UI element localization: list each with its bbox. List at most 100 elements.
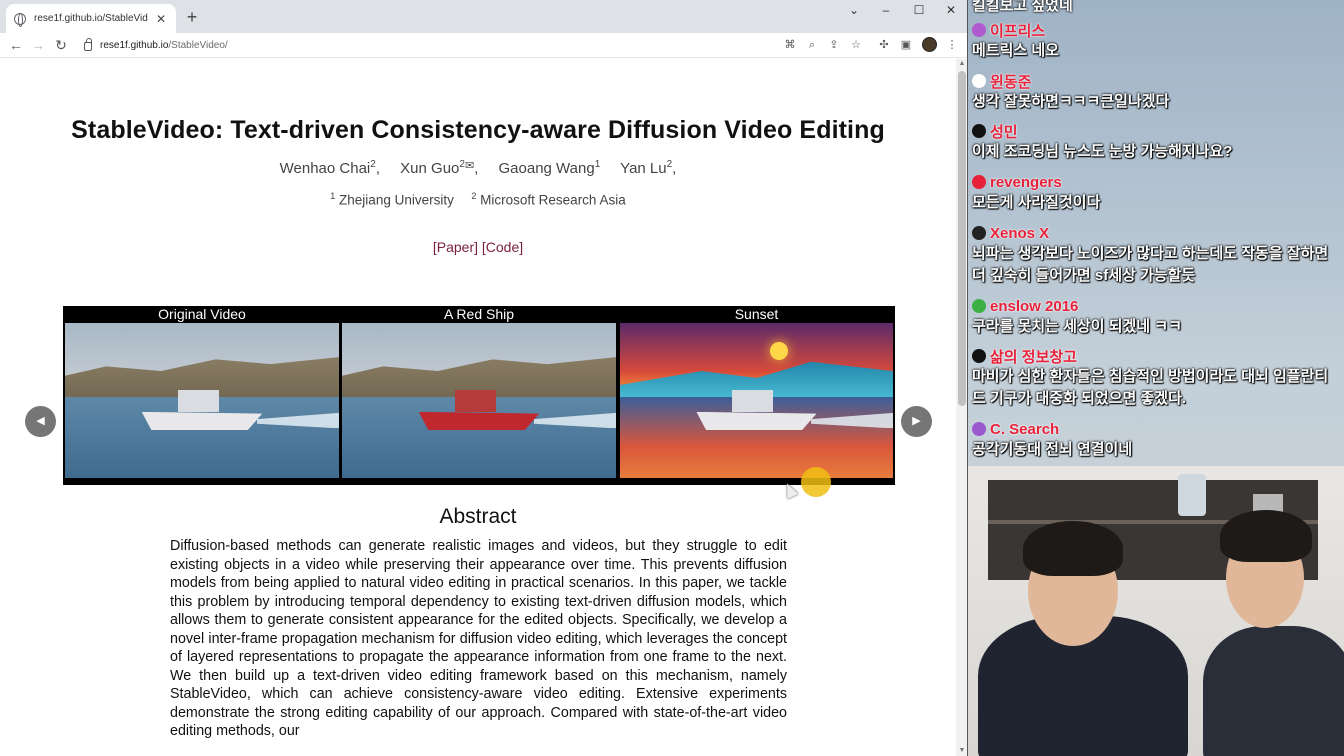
- reload-button[interactable]: ↻: [52, 36, 70, 54]
- author-affil-sup: 1: [594, 159, 601, 170]
- scroll-down-arrow-icon[interactable]: ▼: [958, 747, 966, 754]
- chat-username: revengers: [990, 173, 1062, 191]
- chat-username: enslow 2016: [990, 297, 1079, 315]
- page-scrollbar[interactable]: ▲ ▼: [956, 59, 967, 756]
- menu-kebab-icon[interactable]: ⋮: [945, 38, 959, 52]
- paper-link[interactable]: [Paper]: [433, 239, 478, 255]
- chat-partial-line: 킬킬보고 싶었네: [972, 0, 1073, 14]
- chat-text: 모든게 사라질것이다: [972, 194, 1101, 211]
- scroll-up-arrow-icon[interactable]: ▲: [958, 60, 966, 67]
- close-window-button[interactable]: ✕: [939, 3, 963, 19]
- share-icon[interactable]: ⇪: [827, 38, 841, 52]
- video-frame: [342, 323, 616, 478]
- back-button[interactable]: ←: [7, 36, 25, 54]
- author-suffix: ,: [672, 160, 677, 177]
- user-badge-icon: [972, 23, 986, 37]
- chat-username: 이프리스: [990, 22, 1046, 40]
- author-name[interactable]: Wenhao Chai: [280, 160, 371, 177]
- chat-text: 공각기동대 전뇌 연결이네: [972, 441, 1133, 458]
- user-badge-icon: [972, 226, 986, 240]
- scrollbar-thumb[interactable]: [958, 71, 966, 406]
- url-host: rese1f.github.io: [100, 39, 169, 51]
- affiliations: 1 Zhejiang University 2 Microsoft Resear…: [0, 191, 956, 208]
- paper-title: StableVideo: Text-driven Consistency-awa…: [71, 116, 885, 144]
- lock-icon[interactable]: [84, 37, 92, 51]
- web-page: StableVideo: Text-driven Consistency-awa…: [0, 59, 956, 756]
- user-badge-icon: [972, 124, 986, 138]
- panel-caption: Sunset: [734, 306, 779, 322]
- streamer-right-hair: [1220, 510, 1312, 562]
- carousel-prev-button[interactable]: ◀: [25, 406, 56, 437]
- chat-username: C. Search: [990, 420, 1060, 438]
- affiliation-name: Microsoft Research Asia: [480, 192, 626, 208]
- chat-message: C. Search 공각기동대 전뇌 연결이네: [972, 419, 1338, 461]
- chat-username: 삶의 정보창고: [990, 348, 1077, 366]
- chat-message: 윈동준 생각 잘못하면ㅋㅋㅋ큰일나겠다: [972, 71, 1338, 113]
- chat-text: 메트릭스 네오: [972, 42, 1059, 59]
- affil-sup: 2: [471, 191, 477, 201]
- bookmark-star-icon[interactable]: ☆: [849, 38, 863, 52]
- panel-caption: Original Video: [158, 306, 246, 322]
- chat-text: 이제 조코딩님 뉴스도 눈방 가능해지나요?: [972, 143, 1233, 160]
- user-badge-icon: [972, 175, 986, 189]
- chevron-left-icon: ◀: [36, 415, 45, 427]
- chat-message: 이프리스 메트릭스 네오: [972, 20, 1338, 62]
- chat-username: Xenos X: [990, 224, 1050, 242]
- new-tab-button[interactable]: +: [182, 6, 202, 28]
- carousel-next-button[interactable]: ▶: [901, 406, 932, 437]
- author-suffix: ,: [474, 160, 479, 177]
- tab-strip: rese1f.github.io/StableVideo/ ✕ + ⌄ – ☐ …: [0, 0, 967, 33]
- chat-message: revengers 모든게 사라질것이다: [972, 172, 1338, 214]
- video-frame: [65, 323, 339, 478]
- video-carousel: Original Video A Red Ship Sunset: [63, 306, 895, 485]
- chat-username: 성민: [990, 123, 1018, 141]
- video-panel-red-ship: A Red Ship: [340, 306, 618, 485]
- translate-icon[interactable]: ⌘: [783, 38, 797, 52]
- background-object: [1178, 474, 1206, 516]
- chat-message: enslow 2016 구라를 못치는 세상이 되겠네 ㅋㅋ: [972, 296, 1338, 338]
- minimize-button[interactable]: –: [874, 3, 898, 19]
- tab-title: rese1f.github.io/StableVideo/: [34, 13, 148, 24]
- globe-icon: [14, 12, 26, 27]
- browser-tab[interactable]: rese1f.github.io/StableVideo/ ✕: [6, 4, 176, 33]
- tab-search-icon[interactable]: ⌄: [842, 3, 866, 19]
- streamer-right: [1203, 626, 1344, 756]
- chat-message: 삶의 정보창고 마비가 심한 환자들은 침습적인 방법이라도 대뇌 임플란티드 …: [972, 346, 1338, 410]
- close-tab-icon[interactable]: ✕: [154, 12, 168, 26]
- user-badge-icon: [972, 349, 986, 363]
- video-panel-original: Original Video: [63, 306, 341, 485]
- address-bar[interactable]: rese1f.github.io/StableVideo/: [78, 35, 778, 55]
- author-name[interactable]: Yan Lu: [620, 160, 666, 177]
- envelope-icon: ✉: [464, 160, 475, 172]
- extensions-icon[interactable]: ✣: [877, 38, 891, 52]
- video-panel-sunset: Sunset: [618, 306, 895, 485]
- user-badge-icon: [972, 74, 986, 88]
- affiliation-name: Zhejiang University: [339, 192, 454, 208]
- profile-avatar[interactable]: [922, 37, 937, 52]
- streamer-left-hair: [1023, 521, 1123, 576]
- forward-button[interactable]: →: [29, 36, 47, 54]
- browser-window: rese1f.github.io/StableVideo/ ✕ + ⌄ – ☐ …: [0, 0, 968, 756]
- chat-message: 성민 이제 조코딩님 뉴스도 눈방 가능해지나요?: [972, 121, 1338, 163]
- browser-toolbar: ← → ↻ rese1f.github.io/StableVideo/ ⌘ ⌕ …: [0, 33, 967, 58]
- paper-links: [Paper] [Code]: [0, 239, 956, 255]
- author-list: Wenhao Chai2, Xun Guo2✉, Gaoang Wang1 Ya…: [0, 159, 956, 177]
- abstract-text: Diffusion-based methods can generate rea…: [170, 538, 787, 739]
- author-name[interactable]: Xun Guo: [400, 160, 459, 177]
- stream-overlay: 킬킬보고 싶었네 이프리스 메트릭스 네오 윈동준 생각 잘못하면ㅋㅋㅋ큰일나겠…: [968, 0, 1344, 756]
- code-link[interactable]: [Code]: [482, 239, 523, 255]
- user-badge-icon: [972, 299, 986, 313]
- side-panel-icon[interactable]: ▣: [899, 38, 913, 52]
- author-suffix: ,: [375, 160, 380, 177]
- maximize-button[interactable]: ☐: [907, 3, 931, 19]
- author-name[interactable]: Gaoang Wang: [499, 160, 595, 177]
- chat-text: 구라를 못치는 세상이 되겠네 ㅋㅋ: [972, 318, 1182, 335]
- chevron-right-icon: ▶: [912, 415, 921, 427]
- chat-message: Xenos X 뇌파는 생각보다 노이즈가 많다고 하는데도 작동을 잘하면 더…: [972, 223, 1338, 287]
- chat-text: 뇌파는 생각보다 노이즈가 많다고 하는데도 작동을 잘하면 더 깊숙히 들어가…: [972, 245, 1329, 284]
- chat-text: 마비가 심한 환자들은 침습적인 방법이라도 대뇌 임플란티드 기구가 대중화 …: [972, 368, 1329, 407]
- chat-text: 생각 잘못하면ㅋㅋㅋ큰일나겠다: [972, 93, 1170, 110]
- live-chat: 킬킬보고 싶었네 이프리스 메트릭스 네오 윈동준 생각 잘못하면ㅋㅋㅋ큰일나겠…: [968, 0, 1344, 466]
- affil-sup: 1: [330, 191, 336, 201]
- zoom-icon[interactable]: ⌕: [805, 38, 819, 52]
